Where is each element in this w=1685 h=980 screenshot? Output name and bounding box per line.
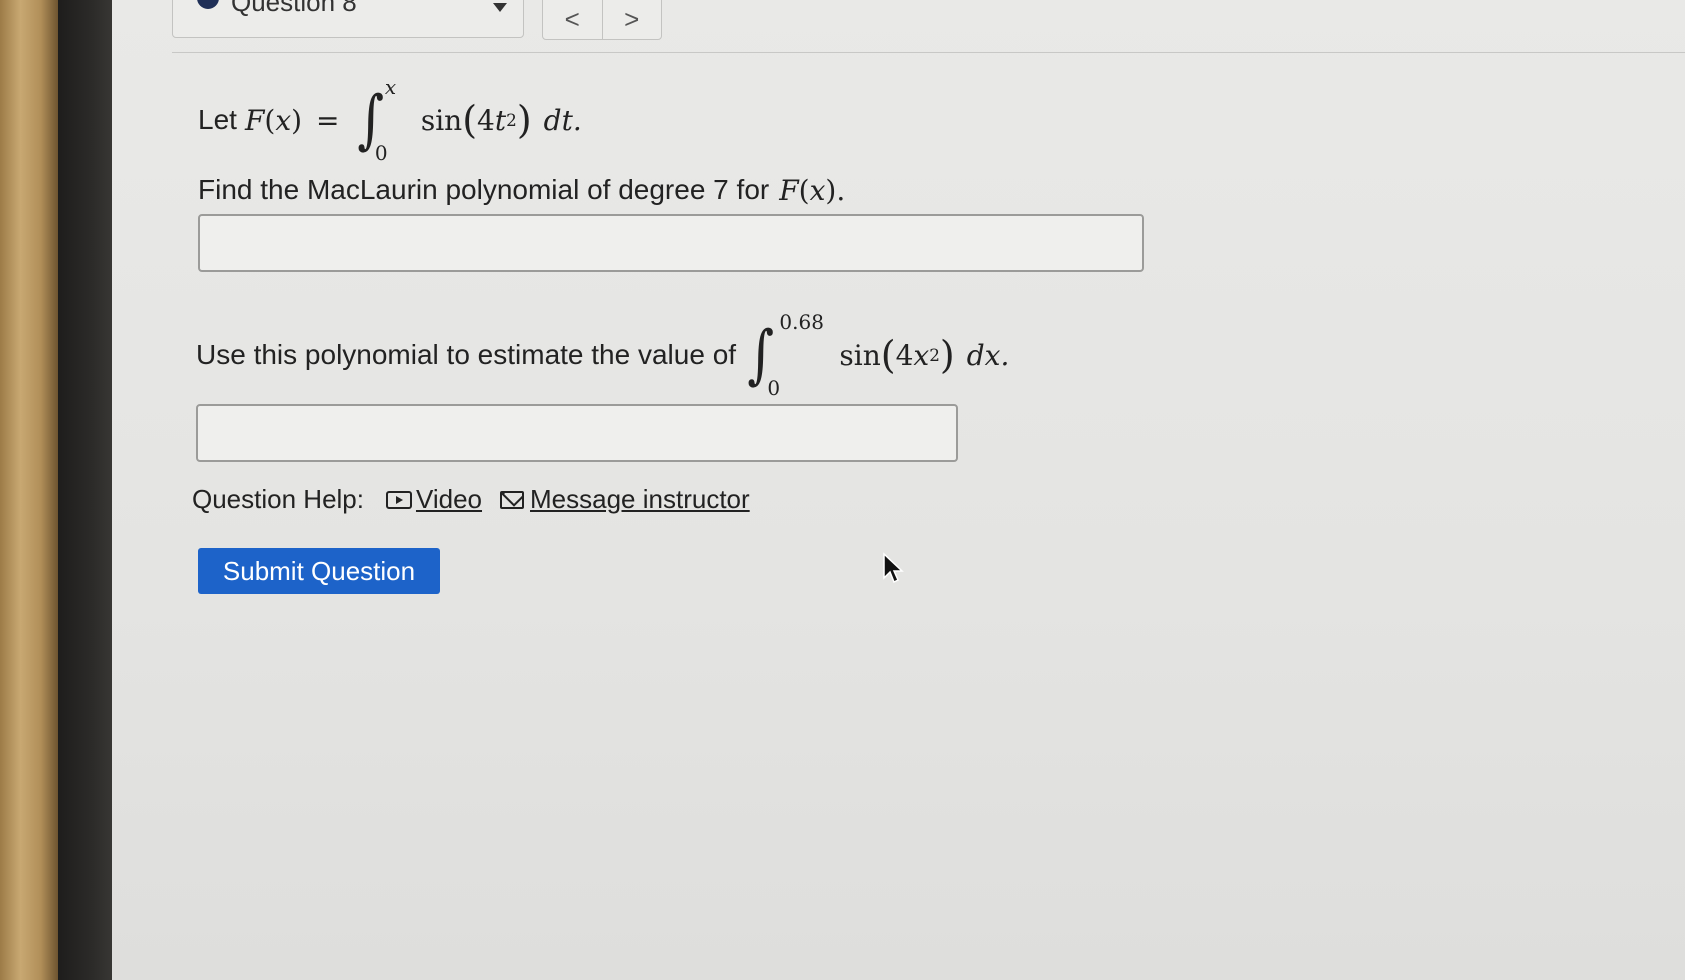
desk-background: [0, 0, 58, 980]
part1-tail: ).: [825, 173, 846, 207]
part1-prompt: Find the MacLaurin polynomial of degree …: [198, 173, 846, 207]
question-select-label: Question 8: [231, 0, 357, 17]
part2-prompt: Use this polynomial to estimate the valu…: [196, 310, 1010, 400]
video-link-label: Video: [415, 484, 483, 514]
int2-coef: 4: [895, 338, 914, 372]
monitor-bezel: [58, 0, 116, 980]
maclaurin-answer-input[interactable]: [198, 214, 1144, 272]
part1-arg: x: [809, 173, 826, 207]
integral-limits: x 0: [375, 75, 421, 165]
mouse-cursor-icon: [883, 552, 904, 584]
integral-upper: x: [384, 75, 397, 99]
int2-lower: 0: [767, 376, 781, 400]
part1-func: F: [779, 173, 799, 207]
intro-text: Let: [198, 104, 237, 135]
part1-text: Find the MacLaurin polynomial of degree …: [198, 174, 770, 205]
caret-down-icon: [493, 3, 507, 12]
problem-definition: Let F (x) = ∫ x 0 sin (4 t 2) dt.: [198, 75, 582, 165]
integral-limits: 0.68 0: [767, 310, 839, 400]
status-dot-icon: [197, 0, 219, 9]
prev-question-button[interactable]: <: [543, 0, 602, 39]
int2-var: x: [913, 338, 930, 372]
question-nav: < >: [542, 0, 662, 40]
int2-upper: 0.68: [779, 310, 824, 334]
int2-differential: dx.: [966, 338, 1010, 372]
mail-icon: [500, 490, 525, 509]
next-question-button[interactable]: >: [601, 0, 662, 39]
integrand-var: t: [494, 103, 507, 137]
estimate-answer-input[interactable]: [196, 404, 958, 462]
func-arg: x: [275, 103, 292, 137]
message-link-label: Message instructor: [530, 484, 750, 514]
header-divider: [172, 52, 1685, 53]
int2-fn: sin: [839, 338, 881, 372]
part2-text: Use this polynomial to estimate the valu…: [196, 339, 737, 370]
equals-sign: =: [316, 103, 340, 137]
integral-lower: 0: [374, 141, 388, 165]
help-label: Question Help:: [192, 484, 364, 514]
question-help: Question Help: Video Message instructor: [192, 484, 750, 515]
message-instructor-link[interactable]: Message instructor: [500, 484, 750, 515]
submit-question-button[interactable]: Submit Question: [198, 548, 440, 594]
question-select[interactable]: Question 8: [172, 0, 524, 38]
func-name: F: [244, 103, 265, 137]
differential: dt.: [543, 103, 582, 137]
integrand-fn: sin: [420, 103, 463, 137]
screen: Question 8 < > Let F (x) = ∫ x 0 sin (4 t…: [112, 0, 1685, 980]
video-icon: [385, 490, 412, 509]
video-link[interactable]: Video: [385, 484, 483, 515]
integrand-coef: 4: [477, 103, 495, 137]
